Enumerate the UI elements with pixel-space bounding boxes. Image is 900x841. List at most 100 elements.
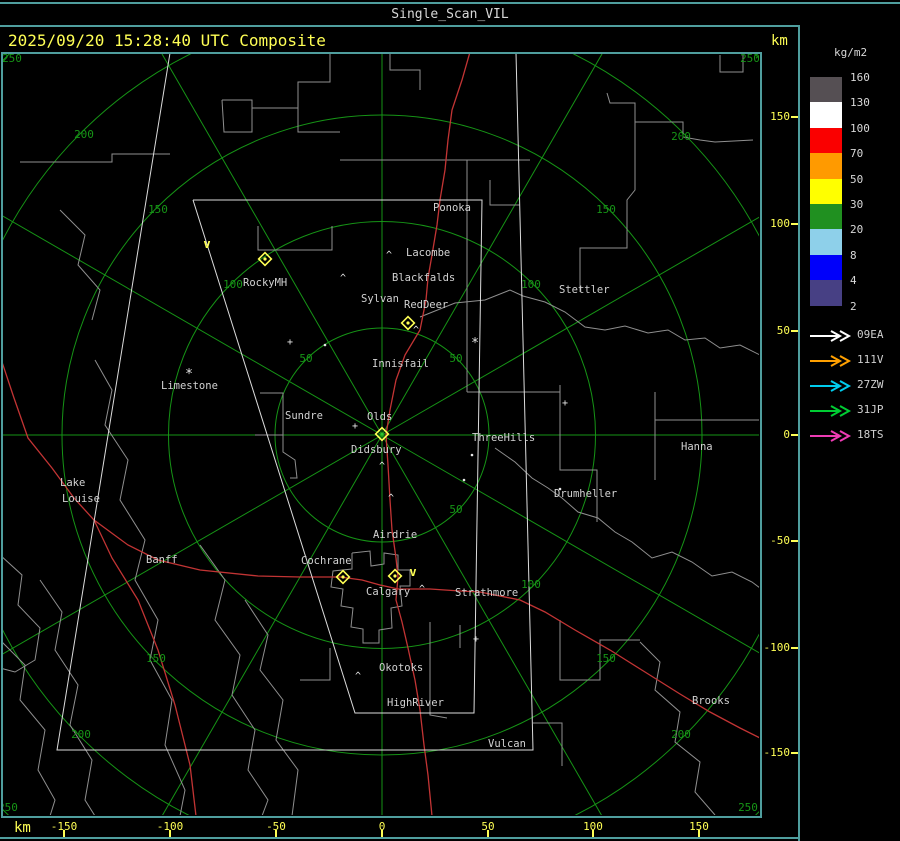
legend-radar-row: 18TS [808,428,884,442]
legend-swatch [810,153,842,179]
bottom-tick-mark [169,830,171,837]
radar-id-label: 27ZW [857,378,884,391]
radar-arrow-icon [810,430,852,442]
window-title: Single_Scan_VIL [391,7,509,22]
right-tick-mark [791,540,798,542]
legend-panel: kg/m2 160 130 100 70 50 30 20 8 4 2 09EA 111V 27ZW 3… [798,25,900,841]
right-tick-mark [791,223,798,225]
bottom-tick-mark [698,830,700,837]
legend-unit-label: kg/m2 [834,46,868,59]
city-label: Banff [146,554,178,566]
right-axis-unit-label: km [771,33,788,49]
bottom-tick-mark [63,830,65,837]
radar-arrow-icon [810,405,852,417]
legend-swatch [810,77,842,103]
city-label: Strathmore [455,587,518,599]
legend-value: 70 [850,147,864,161]
town-caret-marker: ^ [419,584,425,595]
title-bar: Single_Scan_VIL [0,4,900,24]
city-label: Cochrane [301,555,352,567]
right-tick-mark [791,116,798,118]
right-tick-label: 50 [776,324,790,337]
legend-value: 100 [850,121,870,135]
city-label: Didsbury [351,444,402,456]
right-tick-label: 100 [770,217,790,230]
bottom-tick-mark [487,830,489,837]
town-dot-marker [470,453,474,457]
range-ring-label: 200 [671,130,691,143]
town-plus-marker: + [352,421,358,432]
range-ring-label: 50 [449,352,462,365]
range-ring-label: 100 [521,578,541,591]
legend-value: 160 [850,71,870,84]
range-ring-label: 150 [148,203,168,216]
legend-swatch [810,280,842,306]
radar-id-label: 18TS [857,428,884,441]
radar-id-label: 31JP [857,403,884,416]
right-axis: 150 100 50 0 -50 -100 -150 [762,52,798,818]
range-ring-label: 150 [596,652,616,665]
city-label: Innisfail [372,358,429,370]
city-label: Sylvan [361,293,399,305]
city-label: Airdrie [373,529,417,541]
right-tick-mark [791,434,798,436]
city-label: HighRiver [387,697,444,709]
bottom-tick-mark [592,830,594,837]
right-tick-label: -100 [763,641,791,654]
titlebar-divider-line [0,25,900,27]
legend-swatch [810,204,842,230]
town-caret-marker: ^ [355,671,361,682]
city-label: ThreeHills [472,432,535,444]
legend-value: 2 [850,299,857,313]
legend-swatch [810,127,842,154]
radar-app-window: { "header": { "title": "Single_Scan_VIL"… [0,0,900,841]
range-ring-label: 50 [299,352,312,365]
town-star-marker: * [471,336,479,351]
bottom-tick-mark [381,830,383,837]
storm-diamond-marker [393,574,397,578]
legend-radar-row: 09EA [808,328,884,342]
town-caret-marker: ^ [340,273,346,284]
radar-id-label: 111V [857,353,884,366]
city-label: Louise [62,493,100,505]
legend-value: 8 [850,248,857,262]
storm-vee-marker: v [409,565,416,579]
radar-map[interactable]: 250 200 150 100 50 50 100 150 200 250 50 100 150 200 2… [1,52,762,818]
right-tick-mark [791,330,798,332]
town-plus-marker: + [287,337,293,348]
range-ring-label: 150 [146,652,166,665]
radar-arrow-icon [810,355,852,367]
bottom-axis-unit-label: km [14,820,31,836]
city-label: Brooks [692,695,730,707]
legend-radar-row: 111V [808,353,884,367]
storm-diamond-marker [263,257,267,261]
range-ring-label: 200 [671,728,691,741]
city-label: Olds [367,411,392,423]
city-label: RockyMH [243,277,287,289]
city-label: Sundre [285,410,323,422]
town-dot-marker [323,343,327,347]
town-dot-marker [558,487,562,491]
city-label: Lacombe [406,247,450,259]
range-ring-label: 200 [74,128,94,141]
radar-site-marker [380,432,384,436]
town-caret-marker: ^ [386,250,392,261]
city-label: Blackfalds [392,272,455,284]
legend-value: 30 [850,198,864,211]
city-label: Calgary [366,586,410,598]
radar-id-label: 09EA [857,328,884,341]
city-label: Ponoka [433,202,471,214]
town-caret-marker: ^ [388,493,394,504]
city-label: Vulcan [488,738,526,750]
right-tick-label: 0 [783,428,790,441]
legend-radar-row: 31JP [808,403,884,417]
legend-swatch [810,102,842,128]
range-ring-label: 250 [738,801,758,814]
radar-map-container: 250 200 150 100 50 50 100 150 200 250 50 100 150 200 2… [1,52,762,818]
right-tick-label: 150 [770,110,790,123]
town-dot-marker [462,478,466,482]
right-tick-mark [791,647,798,649]
legend-value: 20 [850,223,864,237]
scan-timestamp: 2025/09/20 15:28:40 UTC Composite [8,31,326,50]
range-ring-label: 100 [521,278,541,291]
